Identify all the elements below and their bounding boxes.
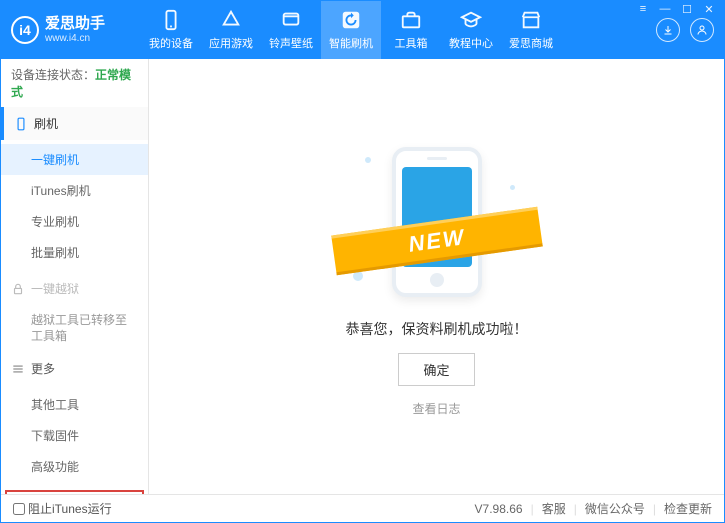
sidebar-item-pro[interactable]: 专业刷机 xyxy=(1,206,148,237)
main-content: NEW 恭喜您，保资料刷机成功啦！ 确定 查看日志 xyxy=(149,59,724,494)
brand-title: 爱思助手 xyxy=(45,16,105,33)
lock-icon xyxy=(11,282,25,296)
download-button[interactable] xyxy=(656,18,680,42)
store-icon xyxy=(520,9,542,31)
view-log-link[interactable]: 查看日志 xyxy=(412,400,460,417)
download-icon xyxy=(662,24,674,36)
user-button[interactable] xyxy=(690,18,714,42)
close-icon[interactable]: ✕ xyxy=(701,2,717,16)
jailbreak-note: 越狱工具已转移至 工具箱 xyxy=(1,309,148,348)
sidebar-item-other[interactable]: 其他工具 xyxy=(1,389,148,420)
sidebar-item-firmware[interactable]: 下载固件 xyxy=(1,420,148,451)
music-icon xyxy=(280,9,302,31)
nav-ringtones[interactable]: 铃声壁纸 xyxy=(261,1,321,59)
success-message: 恭喜您，保资料刷机成功啦！ xyxy=(346,319,528,339)
window-controls: ≡ — ☐ ✕ xyxy=(635,2,717,16)
support-link[interactable]: 客服 xyxy=(542,500,566,517)
ok-button[interactable]: 确定 xyxy=(398,353,474,386)
section-flash[interactable]: 刷机 xyxy=(1,107,148,140)
sidebar-item-oneclick[interactable]: 一键刷机 xyxy=(1,144,148,175)
minimize-icon[interactable]: — xyxy=(657,2,673,16)
phone-icon xyxy=(160,9,182,31)
user-icon xyxy=(696,24,708,36)
connection-status: 设备连接状态：正常模式 xyxy=(1,59,148,107)
section-more[interactable]: 更多 xyxy=(1,352,148,385)
checkbox-block-itunes[interactable]: 阻止iTunes运行 xyxy=(13,500,112,517)
brand[interactable]: i4 爱思助手 www.i4.cn xyxy=(11,16,141,44)
section-jailbreak[interactable]: 一键越狱 xyxy=(1,272,148,305)
footer: 阻止iTunes运行 V7.98.66 | 客服 | 微信公众号 | 检查更新 xyxy=(1,494,724,522)
toolbox-icon xyxy=(400,9,422,31)
nav-apps-games[interactable]: 应用游戏 xyxy=(201,1,261,59)
success-illustration: NEW xyxy=(347,137,527,307)
version-label: V7.98.66 xyxy=(475,502,523,516)
body: 设备连接状态：正常模式 刷机 一键刷机 iTunes刷机 专业刷机 批量刷机 一… xyxy=(1,59,724,494)
sidebar-item-advanced[interactable]: 高级功能 xyxy=(1,451,148,482)
refresh-icon xyxy=(340,9,362,31)
sidebar-item-itunes[interactable]: iTunes刷机 xyxy=(1,175,148,206)
sidebar-item-batch[interactable]: 批量刷机 xyxy=(1,237,148,268)
wechat-link[interactable]: 微信公众号 xyxy=(585,500,645,517)
sidebar: 设备连接状态：正常模式 刷机 一键刷机 iTunes刷机 专业刷机 批量刷机 一… xyxy=(1,59,149,494)
nav-smart-flash[interactable]: 智能刷机 xyxy=(321,1,381,59)
graduation-icon xyxy=(460,9,482,31)
check-update-link[interactable]: 检查更新 xyxy=(664,500,712,517)
header: i4 爱思助手 www.i4.cn 我的设备 应用游戏 铃声壁纸 智能刷机 xyxy=(1,1,724,59)
app-window: ≡ — ☐ ✕ i4 爱思助手 www.i4.cn 我的设备 应用游戏 铃声壁纸 xyxy=(0,0,725,523)
phone-small-icon xyxy=(14,117,28,131)
top-nav: 我的设备 应用游戏 铃声壁纸 智能刷机 工具箱 教程中心 xyxy=(141,1,561,59)
nav-tutorials[interactable]: 教程中心 xyxy=(441,1,501,59)
nav-toolbox[interactable]: 工具箱 xyxy=(381,1,441,59)
nav-store[interactable]: 爱思商城 xyxy=(501,1,561,59)
hamburger-icon xyxy=(11,362,25,376)
brand-logo-icon: i4 xyxy=(11,16,39,44)
maximize-icon[interactable]: ☐ xyxy=(679,2,695,16)
nav-my-device[interactable]: 我的设备 xyxy=(141,1,201,59)
menu-icon[interactable]: ≡ xyxy=(635,2,651,16)
apps-icon xyxy=(220,9,242,31)
brand-url: www.i4.cn xyxy=(45,33,105,44)
